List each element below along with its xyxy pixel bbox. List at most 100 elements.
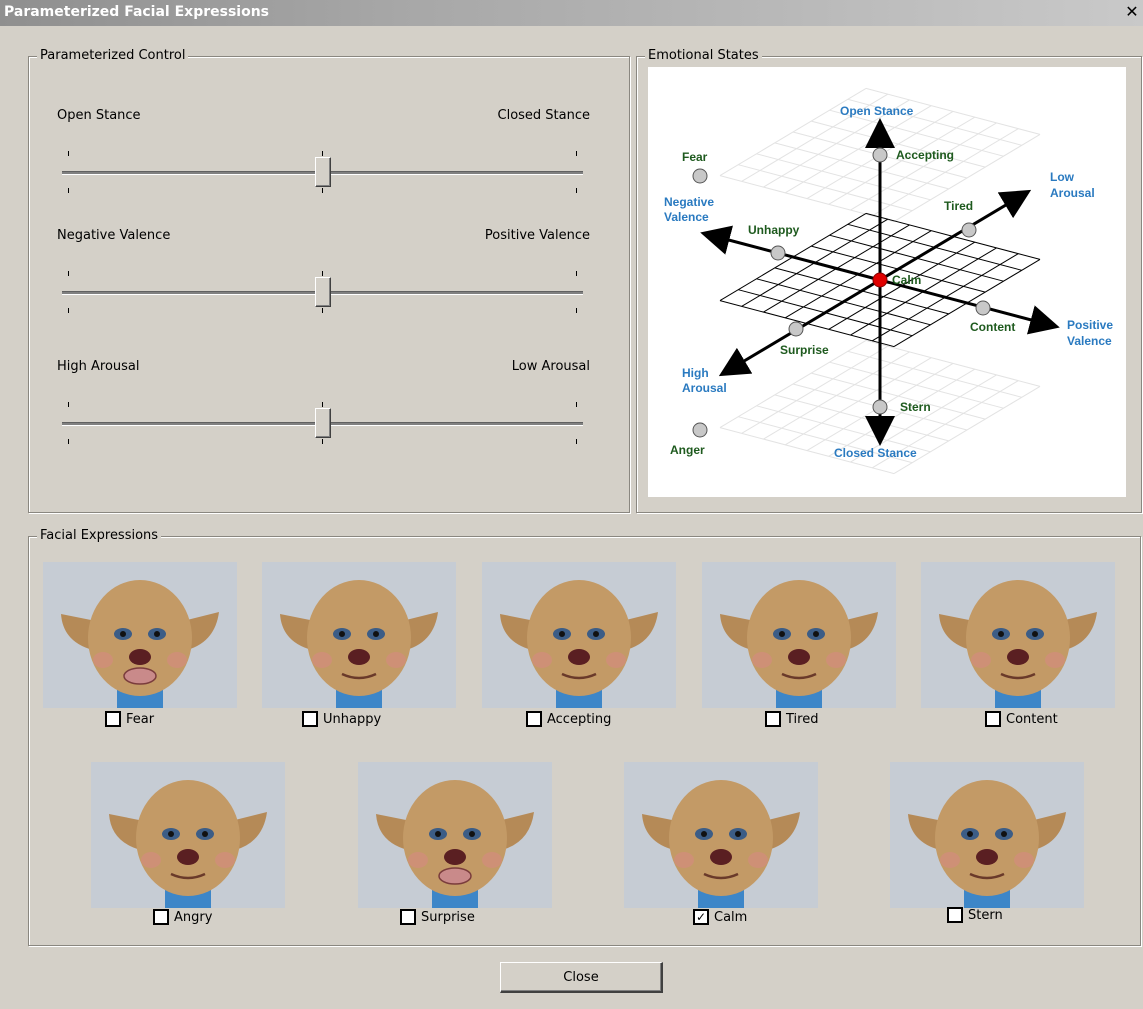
face-image bbox=[43, 562, 237, 708]
open-stance-label: Open Stance bbox=[840, 104, 914, 118]
slider-tick bbox=[322, 271, 323, 276]
face-image bbox=[702, 562, 896, 708]
slider-left-label: Negative Valence bbox=[57, 228, 171, 243]
expression-checkbox[interactable]: Unhappy bbox=[302, 711, 381, 727]
calm-point bbox=[872, 272, 888, 288]
tired-point bbox=[961, 222, 977, 238]
face-photo bbox=[921, 562, 1115, 708]
face-photo bbox=[358, 762, 552, 908]
face-image bbox=[482, 562, 676, 708]
checkbox-checked-icon[interactable]: ✓ bbox=[693, 909, 709, 925]
expression-label: Unhappy bbox=[323, 711, 382, 727]
face-image bbox=[262, 562, 456, 708]
slider-tick bbox=[322, 402, 323, 407]
emotional-states-svg: Open Stance Closed Stance Negative Valen… bbox=[664, 87, 1113, 475]
window-close-icon[interactable]: ✕ bbox=[1123, 3, 1141, 21]
surprise-point bbox=[788, 321, 804, 337]
fear-label: Fear bbox=[682, 150, 708, 164]
expression-checkbox[interactable]: ✓ Calm bbox=[693, 909, 747, 925]
face-image bbox=[358, 762, 552, 908]
slider-thumb[interactable] bbox=[314, 408, 331, 438]
positive-valence-label-2: Valence bbox=[1067, 334, 1112, 348]
face-image bbox=[890, 762, 1084, 908]
slider-tick bbox=[68, 308, 69, 313]
parameterized-control-legend: Parameterized Control bbox=[37, 48, 189, 64]
slider-tick bbox=[576, 308, 577, 313]
expression-label: Surprise bbox=[421, 909, 475, 925]
expression-checkbox[interactable]: Surprise bbox=[400, 909, 475, 925]
face-photo bbox=[43, 562, 237, 708]
expression-label: Content bbox=[1006, 711, 1058, 727]
expression-checkbox[interactable]: Content bbox=[985, 711, 1058, 727]
calm-label: Calm bbox=[892, 273, 921, 287]
accepting-point bbox=[872, 147, 888, 163]
face-photo bbox=[702, 562, 896, 708]
slider-tick bbox=[576, 188, 577, 193]
face-image bbox=[921, 562, 1115, 708]
accepting-label: Accepting bbox=[896, 148, 954, 162]
slider-thumb[interactable] bbox=[314, 277, 331, 307]
slider-tick bbox=[68, 188, 69, 193]
expression-label: Calm bbox=[714, 909, 748, 925]
emotional-states-legend: Emotional States bbox=[645, 48, 762, 64]
slider-tick bbox=[576, 151, 577, 156]
expression-checkbox[interactable]: Fear bbox=[105, 711, 154, 727]
checkbox-icon[interactable] bbox=[153, 909, 169, 925]
facial-expressions-legend: Facial Expressions bbox=[37, 528, 162, 544]
expression-label: Tired bbox=[786, 711, 819, 727]
checkbox-icon[interactable] bbox=[765, 711, 781, 727]
content-label: Content bbox=[970, 320, 1015, 334]
slider-right-label: Low Arousal bbox=[511, 359, 590, 374]
slider-tick bbox=[322, 308, 323, 313]
slider-tick bbox=[576, 439, 577, 444]
negative-valence-label-2: Valence bbox=[664, 210, 709, 224]
grid-line bbox=[850, 122, 997, 211]
face-photo bbox=[91, 762, 285, 908]
checkbox-icon[interactable] bbox=[302, 711, 318, 727]
checkbox-icon[interactable] bbox=[105, 711, 121, 727]
slider-left-label: Open Stance bbox=[57, 108, 141, 123]
slider-left-label: High Arousal bbox=[57, 359, 140, 374]
low-arousal-label-1: Low bbox=[1050, 170, 1075, 184]
face-photo bbox=[624, 762, 818, 908]
checkbox-icon[interactable] bbox=[400, 909, 416, 925]
positive-valence-label-1: Positive bbox=[1067, 318, 1113, 332]
expression-label: Fear bbox=[126, 711, 155, 727]
face-image bbox=[91, 762, 285, 908]
slider-tick bbox=[322, 439, 323, 444]
slider-tick bbox=[68, 271, 69, 276]
fear-point bbox=[692, 168, 708, 184]
slider-tick bbox=[322, 188, 323, 193]
face-photo bbox=[890, 762, 1084, 908]
expression-checkbox[interactable]: Accepting bbox=[526, 711, 611, 727]
content-point bbox=[975, 300, 991, 316]
face-image bbox=[624, 762, 818, 908]
slider-tick bbox=[68, 151, 69, 156]
slider-right-label: Positive Valence bbox=[484, 228, 590, 243]
anger-point bbox=[692, 422, 708, 438]
stern-point bbox=[872, 399, 888, 415]
closed-stance-label: Closed Stance bbox=[834, 446, 917, 460]
expression-checkbox[interactable]: Stern bbox=[947, 907, 1003, 923]
expression-checkbox[interactable]: Angry bbox=[153, 909, 212, 925]
checkbox-icon[interactable] bbox=[526, 711, 542, 727]
slider-thumb[interactable] bbox=[314, 157, 331, 187]
slider-tick bbox=[68, 402, 69, 407]
high-arousal-label-1: High bbox=[682, 366, 709, 380]
expression-checkbox[interactable]: Tired bbox=[765, 711, 818, 727]
unhappy-point bbox=[770, 245, 786, 261]
expression-label: Angry bbox=[174, 909, 213, 925]
checkbox-icon[interactable] bbox=[985, 711, 1001, 727]
tired-label: Tired bbox=[944, 199, 973, 213]
emotional-states-diagram: Open Stance Closed Stance Negative Valen… bbox=[648, 67, 1126, 497]
face-photo bbox=[262, 562, 456, 708]
checkbox-icon[interactable] bbox=[947, 907, 963, 923]
close-button[interactable]: Close bbox=[500, 962, 663, 993]
unhappy-label: Unhappy bbox=[748, 223, 800, 237]
title-bar: Parameterized Facial Expressions ✕ bbox=[0, 0, 1143, 26]
expression-label: Accepting bbox=[547, 711, 612, 727]
slider-tick bbox=[576, 271, 577, 276]
high-arousal-label-2: Arousal bbox=[682, 381, 727, 395]
slider-right-label: Closed Stance bbox=[497, 108, 591, 123]
negative-valence-label-1: Negative bbox=[664, 195, 714, 209]
